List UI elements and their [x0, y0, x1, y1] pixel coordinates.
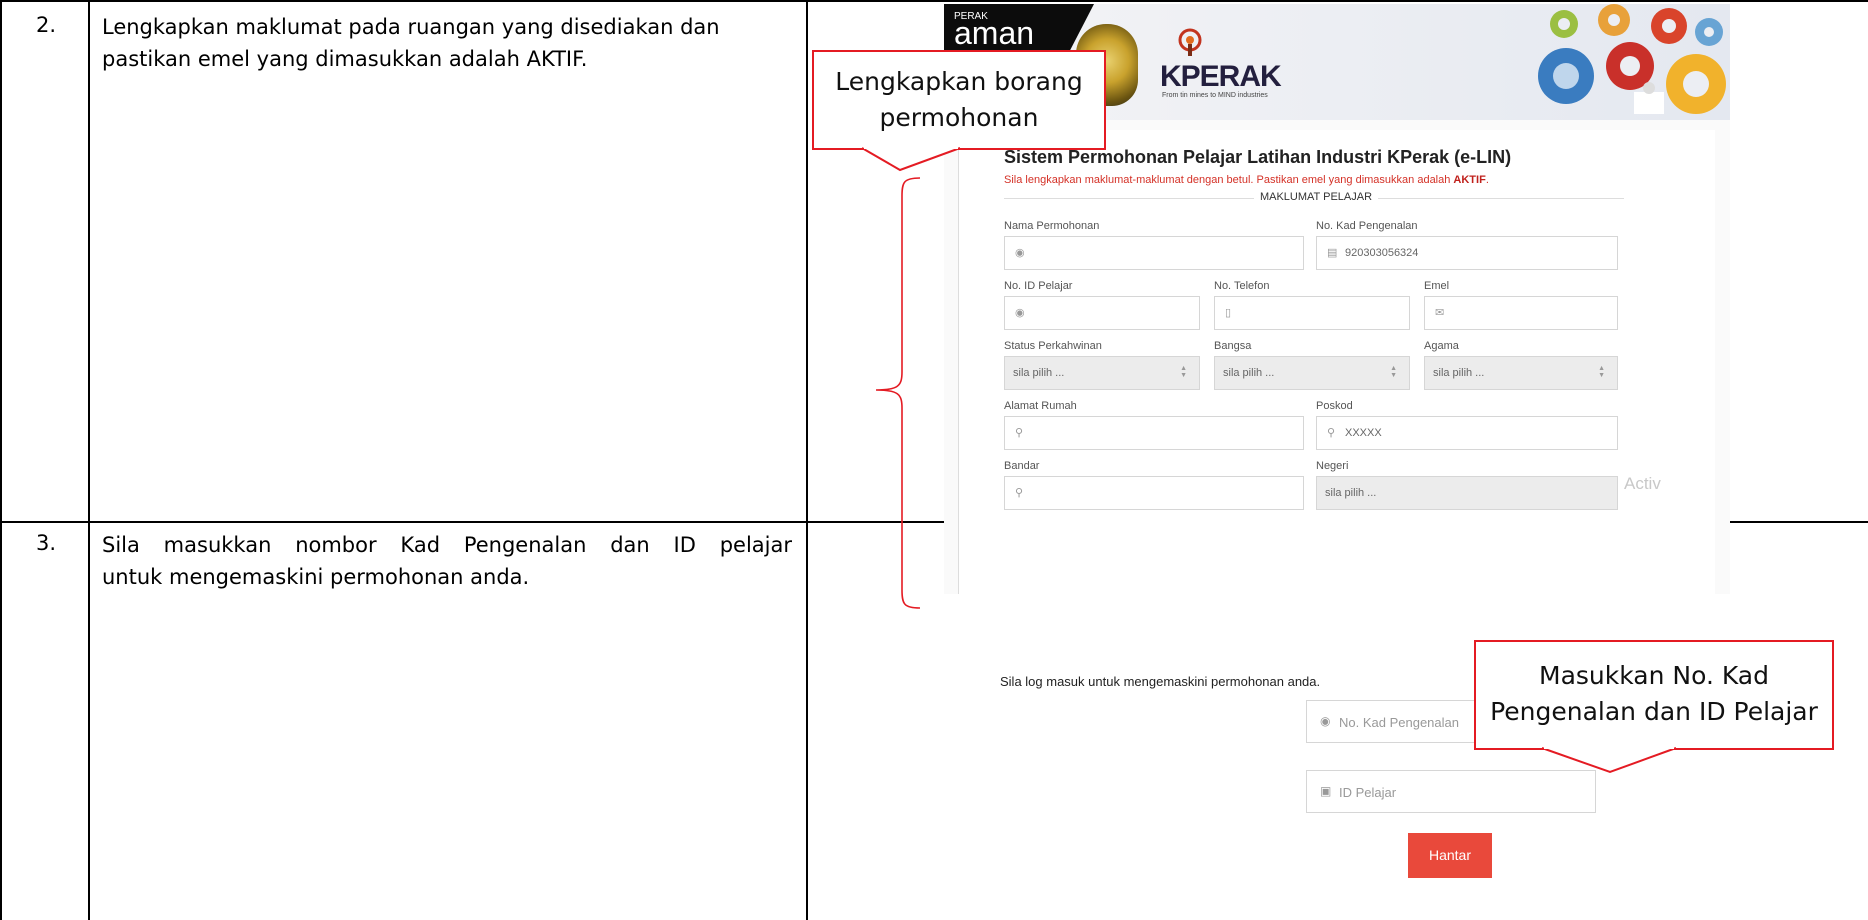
- note-aktif: AKTIF: [1453, 174, 1486, 186]
- bandar-input[interactable]: ⚲: [1004, 476, 1304, 510]
- form-title: Sistem Permohonan Pelajar Latihan Indust…: [1004, 147, 1512, 167]
- kad-pengenalan-input[interactable]: ▤ 920303056324: [1316, 236, 1618, 270]
- id-pelajar-input[interactable]: ◉: [1004, 296, 1200, 330]
- callout-pointer-icon: [861, 146, 961, 172]
- select-arrows-icon: ▲ ▼: [1598, 365, 1605, 379]
- description-line: Sila masukkan nombor Kad Pengenalan dan …: [102, 533, 792, 557]
- negeri-value: sila pilih ...: [1325, 487, 1377, 499]
- nama-permohonan-input[interactable]: ◉: [1004, 236, 1304, 270]
- emel-label: Emel: [1424, 280, 1450, 292]
- poskod-label: Poskod: [1316, 400, 1353, 412]
- gears-illustration-icon: [1538, 4, 1726, 114]
- user-icon: ◉: [1015, 247, 1025, 259]
- telefon-input[interactable]: ▯: [1214, 296, 1410, 330]
- row-description: Sila masukkan nombor Kad Pengenalan dan …: [102, 529, 792, 593]
- lock-icon: ▣: [1320, 784, 1332, 798]
- callout-line: permohonan: [879, 103, 1039, 132]
- map-marker-icon: ⚲: [1015, 427, 1024, 439]
- select-arrows-icon: ▲ ▼: [1390, 365, 1397, 379]
- status-perkahwinan-select[interactable]: sila pilih ... ▲ ▼: [1004, 356, 1200, 390]
- phone-icon: ▯: [1225, 307, 1232, 319]
- alamat-label: Alamat Rumah: [1004, 400, 1077, 412]
- kad-label: No. Kad Pengenalan: [1316, 220, 1418, 232]
- table-col-rule-number: [88, 0, 90, 920]
- poskod-input[interactable]: ⚲ XXXXX: [1316, 416, 1618, 450]
- note-suffix: .: [1485, 174, 1489, 186]
- kperak-swirl-icon: [1178, 28, 1202, 56]
- callout-pointer-icon: [1541, 746, 1677, 774]
- bangsa-select[interactable]: sila pilih ... ▲ ▼: [1214, 356, 1410, 390]
- description-line: untuk mengemaskini permohonan anda.: [102, 565, 530, 589]
- map-marker-icon: ⚲: [1015, 487, 1024, 499]
- section-label-maklumat-pelajar: MAKLUMAT PELAJAR: [1254, 191, 1378, 203]
- id-placeholder: ID Pelajar: [1339, 785, 1397, 800]
- emel-input[interactable]: ✉: [1424, 296, 1618, 330]
- status-label: Status Perkahwinan: [1004, 340, 1102, 352]
- telefon-label: No. Telefon: [1214, 280, 1270, 292]
- bangsa-label: Bangsa: [1214, 340, 1252, 352]
- table-col-rule-left: [0, 0, 2, 920]
- status-value: sila pilih ...: [1013, 367, 1065, 379]
- negeri-label: Negeri: [1316, 460, 1349, 472]
- select-arrows-icon: ▲ ▼: [1180, 365, 1187, 379]
- callout-masukkan-kad: Masukkan No. Kad Pengenalan dan ID Pelaj…: [1474, 640, 1834, 750]
- form-instruction-note: Sila lengkapkan maklumat-maklumat dengan…: [1004, 174, 1489, 186]
- section-divider-right: [1378, 198, 1624, 199]
- callout-line: Pengenalan dan ID Pelajar: [1490, 697, 1818, 726]
- kperak-logo-text: KPERAK: [1160, 60, 1282, 93]
- table-rule-top: [0, 0, 1868, 2]
- envelope-icon: ✉: [1435, 307, 1445, 319]
- bracket-annotation-icon: [875, 177, 921, 609]
- description-line: pastikan emel yang dimasukkan adalah AKT…: [102, 47, 588, 71]
- table-col-rule-image: [806, 0, 808, 920]
- callout-line: Lengkapkan borang: [835, 67, 1083, 96]
- nama-label: Nama Permohonan: [1004, 220, 1100, 232]
- row-description: Lengkapkan maklumat pada ruangan yang di…: [102, 11, 792, 75]
- section-divider-left: [1004, 198, 1254, 199]
- poskod-value: XXXXX: [1345, 427, 1382, 439]
- row-number: 2.: [36, 13, 57, 37]
- login-instruction: Sila log masuk untuk mengemaskini permoh…: [1000, 674, 1321, 689]
- agama-value: sila pilih ...: [1433, 367, 1485, 379]
- activate-windows-watermark: Activ: [1624, 474, 1661, 493]
- bandar-label: Bandar: [1004, 460, 1040, 472]
- user-icon: ◉: [1320, 714, 1331, 728]
- description-line: Lengkapkan maklumat pada ruangan yang di…: [102, 15, 720, 39]
- kad-value: 920303056324: [1345, 247, 1419, 259]
- login-id-pelajar-input[interactable]: ▣ ID Pelajar: [1306, 770, 1596, 813]
- agama-label: Agama: [1424, 340, 1459, 352]
- agama-select[interactable]: sila pilih ... ▲ ▼: [1424, 356, 1618, 390]
- row-number: 3.: [36, 531, 57, 555]
- hantar-button[interactable]: Hantar: [1408, 833, 1492, 878]
- id-pelajar-label: No. ID Pelajar: [1004, 280, 1073, 292]
- id-card-icon: ▤: [1327, 247, 1338, 259]
- map-marker-icon: ⚲: [1327, 427, 1336, 439]
- aman-text: aman: [954, 15, 1035, 51]
- kad-placeholder: No. Kad Pengenalan: [1339, 715, 1459, 730]
- callout-line: Masukkan No. Kad: [1539, 661, 1769, 690]
- kperak-tagline: From tin mines to MIND industries: [1162, 92, 1268, 99]
- note-text: Sila lengkapkan maklumat-maklumat dengan…: [1004, 174, 1454, 186]
- negeri-select[interactable]: sila pilih ...: [1316, 476, 1618, 510]
- alamat-rumah-input[interactable]: ⚲: [1004, 416, 1304, 450]
- user-icon: ◉: [1015, 307, 1025, 319]
- bangsa-value: sila pilih ...: [1223, 367, 1275, 379]
- callout-lengkapkan-borang: Lengkapkan borang permohonan: [812, 50, 1106, 150]
